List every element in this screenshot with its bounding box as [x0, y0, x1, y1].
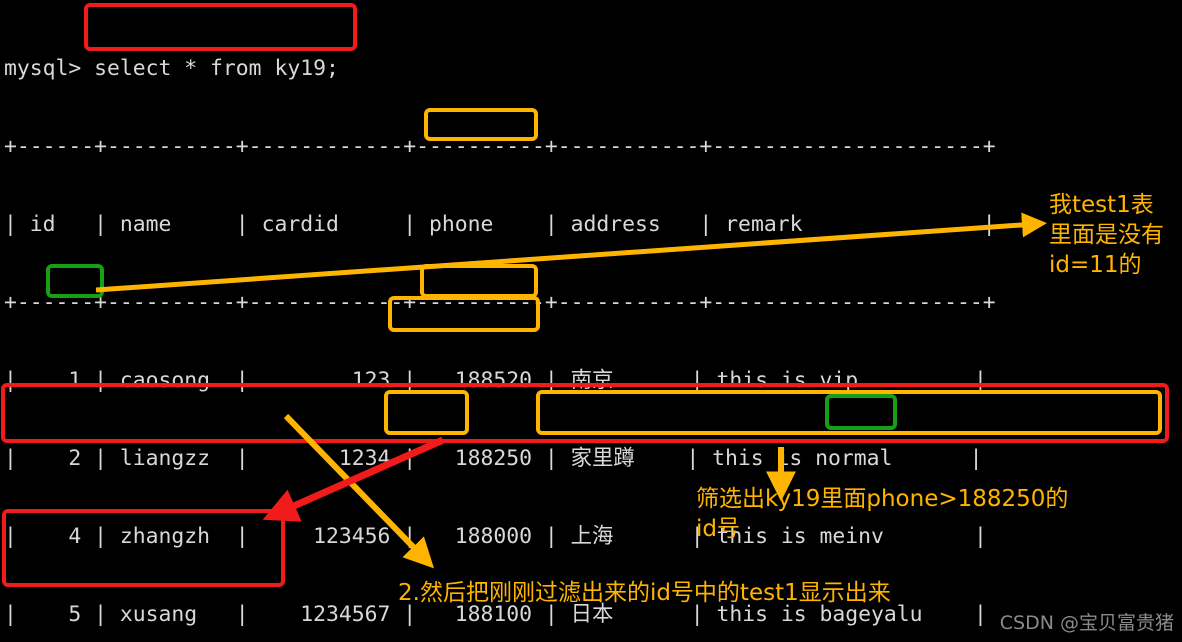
row-text: | 1 | caosong | 123 | 188520 | 南京 | this…	[4, 368, 987, 393]
row-text: | 2 | liangzz | 1234 | 188250 | 家里蹲 | th…	[4, 446, 983, 471]
table1-rule-top: +------+----------+------------+--------…	[4, 134, 996, 159]
note-test1-no-id11: 我test1表 里面是没有 id=11的	[1049, 192, 1164, 278]
table-row: | 1 | caosong | 123 | 188520 | 南京 | this…	[4, 368, 1178, 394]
table-row: | 2 | liangzz | 1234 | 188250 | 家里蹲 | th…	[4, 446, 1178, 472]
table1-header: | id | name | cardid | phone | address |…	[4, 212, 996, 237]
csdn-watermark: CSDN @宝贝富贵猪	[999, 612, 1174, 634]
terminal-output: mysql> select * from ky19; +------+-----…	[4, 4, 1178, 642]
note-filter-ky19: 筛选出ky19里面phone>188250的 id号	[696, 486, 1069, 542]
terminal-screenshot: mysql> select * from ky19; +------+-----…	[0, 0, 1182, 642]
table1-rule-mid: +------+----------+------------+--------…	[4, 290, 996, 315]
note-show-test1: 2.然后把刚刚过滤出来的id号中的test1显示出来	[398, 580, 891, 606]
terminal-line-query1: mysql> select * from ky19;	[4, 56, 339, 81]
